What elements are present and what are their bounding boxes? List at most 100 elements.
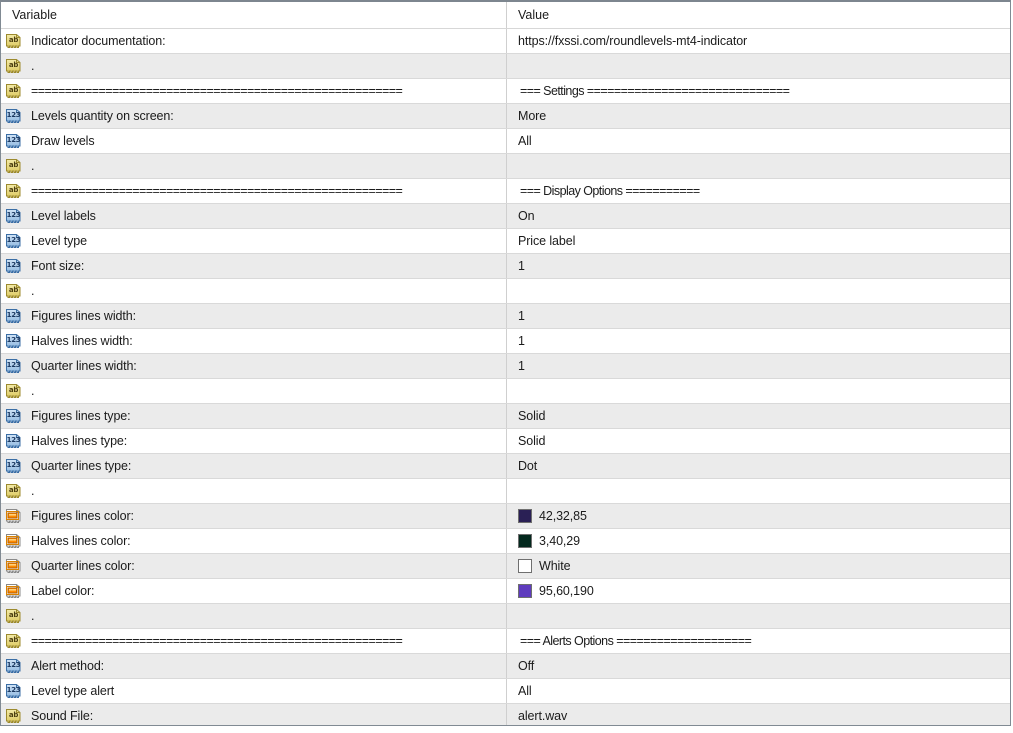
value-cell[interactable]: On [506,204,1010,228]
variable-cell[interactable]: ab ======================================… [1,629,506,653]
table-row[interactable]: ab. [1,604,1010,629]
variable-cell[interactable]: 123 Draw levels [1,129,506,153]
table-row[interactable]: ab ======================================… [1,79,1010,104]
variable-name: Font size: [31,259,85,273]
value-cell[interactable]: === Alerts Options ==================== [506,629,1010,653]
value-cell[interactable]: White [506,554,1010,578]
value-cell[interactable] [506,154,1010,178]
table-row[interactable]: 123 Quarter lines width: 1 [1,354,1010,379]
value-cell[interactable] [506,379,1010,403]
table-row[interactable]: Label color: 95,60,190 [1,579,1010,604]
table-row[interactable]: 123 Levels quantity on screen: More [1,104,1010,129]
variable-cell[interactable]: 123 Halves lines width: [1,329,506,353]
value-cell[interactable]: 1 [506,354,1010,378]
table-row[interactable]: 123 Draw levels All [1,129,1010,154]
value-cell[interactable]: Dot [506,454,1010,478]
variable-cell[interactable]: Quarter lines color: [1,554,506,578]
table-row[interactable]: 123 Figures lines width: 1 [1,304,1010,329]
value-cell[interactable]: All [506,129,1010,153]
table-row[interactable]: Quarter lines color: White [1,554,1010,579]
variable-cell[interactable]: Halves lines color: [1,529,506,553]
variable-cell[interactable]: ab. [1,379,506,403]
table-row[interactable]: 123 Font size: 1 [1,254,1010,279]
value-cell[interactable] [506,279,1010,303]
table-row[interactable]: ab. [1,379,1010,404]
variable-cell[interactable]: Figures lines color: [1,504,506,528]
variable-cell[interactable]: ab Sound File: [1,704,506,725]
table-row[interactable]: 123 Halves lines width: 1 [1,329,1010,354]
table-row[interactable]: ab. [1,54,1010,79]
table-row[interactable]: ab ======================================… [1,629,1010,654]
variable-name: Alert method: [31,659,105,673]
color-swatch[interactable] [518,509,532,523]
value-cell[interactable] [506,479,1010,503]
column-header-variable[interactable]: Variable [1,2,506,28]
table-row[interactable]: 123 Level type Price label [1,229,1010,254]
value-cell[interactable] [506,54,1010,78]
indicator-inputs-table[interactable]: Variable Value ab Indicator documentation… [0,0,1011,726]
table-row[interactable]: 123 Halves lines type: Solid [1,429,1010,454]
table-row[interactable]: Halves lines color: 3,40,29 [1,529,1010,554]
value-cell[interactable]: alert.wav [506,704,1010,725]
value-cell[interactable]: https://fxssi.com/roundlevels-mt4-indica… [506,29,1010,53]
table-row[interactable]: 123 Quarter lines type: Dot [1,454,1010,479]
variable-name: . [31,284,35,298]
value-cell[interactable]: Solid [506,429,1010,453]
table-row[interactable]: ab. [1,279,1010,304]
variable-cell[interactable]: 123 Quarter lines type: [1,454,506,478]
variable-name: Halves lines width: [31,334,133,348]
variable-cell[interactable]: 123 Levels quantity on screen: [1,104,506,128]
variable-cell[interactable]: ab. [1,279,506,303]
variable-cell[interactable]: 123 Alert method: [1,654,506,678]
table-row[interactable]: 123 Alert method: Off [1,654,1010,679]
value-cell[interactable]: 95,60,190 [506,579,1010,603]
variable-name: Quarter lines type: [31,459,132,473]
value-cell[interactable]: 3,40,29 [506,529,1010,553]
table-row[interactable]: ab Indicator documentation: https://fxssi.… [1,29,1010,54]
color-swatch[interactable] [518,559,532,573]
variable-cell[interactable]: 123 Level type [1,229,506,253]
value-cell[interactable]: All [506,679,1010,703]
variable-cell[interactable]: ab. [1,154,506,178]
table-row[interactable]: 123 Figures lines type: Solid [1,404,1010,429]
value-cell[interactable]: Solid [506,404,1010,428]
value-cell[interactable]: More [506,104,1010,128]
color-swatch[interactable] [518,534,532,548]
table-row[interactable]: ab Sound File: alert.wav [1,704,1010,725]
table-row[interactable]: ab ======================================… [1,179,1010,204]
variable-cell[interactable]: 123 Figures lines type: [1,404,506,428]
value-cell[interactable]: === Display Options =========== [506,179,1010,203]
table-row[interactable]: ab. [1,479,1010,504]
variable-cell[interactable]: ab Indicator documentation: [1,29,506,53]
value-cell[interactable] [506,604,1010,628]
value-cell[interactable]: === Settings ===========================… [506,79,1010,103]
variable-cell[interactable]: 123 Font size: [1,254,506,278]
value-cell[interactable]: Off [506,654,1010,678]
string-type-icon: ab [5,58,22,75]
color-swatch[interactable] [518,584,532,598]
value-cell[interactable]: 1 [506,254,1010,278]
variable-cell[interactable]: 123 Level labels [1,204,506,228]
value-cell[interactable]: 1 [506,304,1010,328]
variable-name: Draw levels [31,134,95,148]
table-row[interactable]: 123 Level labels On [1,204,1010,229]
value-cell[interactable]: 42,32,85 [506,504,1010,528]
table-row[interactable]: 123 Level type alert All [1,679,1010,704]
variable-cell[interactable]: 123 Level type alert [1,679,506,703]
variable-value: https://fxssi.com/roundlevels-mt4-indica… [518,34,748,48]
variable-cell[interactable]: ab ======================================… [1,79,506,103]
table-row[interactable]: ab. [1,154,1010,179]
variable-cell[interactable]: Label color: [1,579,506,603]
column-header-value[interactable]: Value [506,2,1010,28]
variable-cell[interactable]: 123 Quarter lines width: [1,354,506,378]
variable-cell[interactable]: ab. [1,54,506,78]
variable-cell[interactable]: ab. [1,479,506,503]
value-cell[interactable]: Price label [506,229,1010,253]
value-cell[interactable]: 1 [506,329,1010,353]
table-row[interactable]: Figures lines color: 42,32,85 [1,504,1010,529]
variable-cell[interactable]: 123 Halves lines type: [1,429,506,453]
number-type-icon: 123 [5,358,22,375]
variable-cell[interactable]: ab. [1,604,506,628]
variable-cell[interactable]: ab ======================================… [1,179,506,203]
variable-cell[interactable]: 123 Figures lines width: [1,304,506,328]
